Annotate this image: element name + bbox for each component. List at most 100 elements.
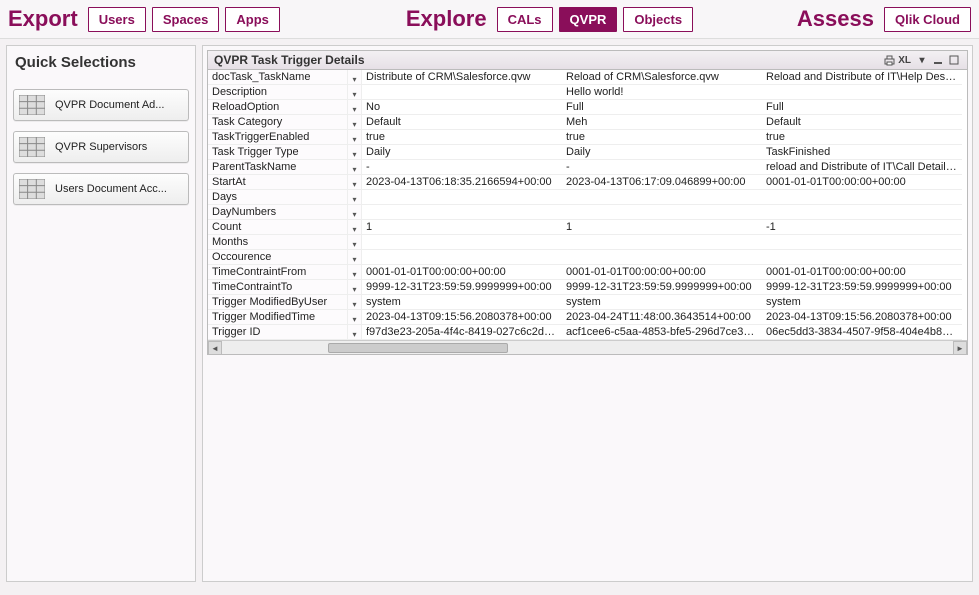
cell[interactable] bbox=[762, 205, 962, 220]
cell[interactable] bbox=[362, 85, 562, 100]
minimize-icon[interactable] bbox=[931, 53, 945, 67]
qvpr-task-trigger-panel: QVPR Task Trigger Details XL ▾ docTask_T… bbox=[207, 50, 968, 355]
cell[interactable]: system bbox=[762, 295, 962, 310]
apps-button[interactable]: Apps bbox=[225, 7, 280, 32]
maximize-icon[interactable] bbox=[947, 53, 961, 67]
cell[interactable]: Reload of CRM\Salesforce.qvw bbox=[562, 70, 762, 85]
cell[interactable] bbox=[762, 235, 962, 250]
cell[interactable]: f97d3e23-205a-4f4c-8419-027c6c2d3cae bbox=[362, 325, 562, 340]
row-dropdown-icon[interactable]: ▾ bbox=[348, 160, 362, 175]
cell[interactable]: reload and Distribute of IT\Call Detail … bbox=[762, 160, 962, 175]
cell[interactable] bbox=[362, 205, 562, 220]
cell[interactable] bbox=[562, 205, 762, 220]
cell[interactable]: Hello world! bbox=[562, 85, 762, 100]
cell[interactable]: true bbox=[762, 130, 962, 145]
cell[interactable] bbox=[562, 250, 762, 265]
cell[interactable]: Default bbox=[762, 115, 962, 130]
cell[interactable]: Reload and Distribute of IT\Help Desk... bbox=[762, 70, 962, 85]
users-button[interactable]: Users bbox=[88, 7, 146, 32]
cell[interactable]: 06ec5dd3-3834-4507-9f58-404e4b8298fc bbox=[762, 325, 962, 340]
cell[interactable]: 0001-01-01T00:00:00+00:00 bbox=[562, 265, 762, 280]
row-dropdown-icon[interactable]: ▾ bbox=[348, 190, 362, 205]
quick-selection-qvpr-supervisors[interactable]: QVPR Supervisors bbox=[13, 131, 189, 163]
cals-button[interactable]: CALs bbox=[497, 7, 553, 32]
row-dropdown-icon[interactable]: ▾ bbox=[348, 70, 362, 85]
cell[interactable] bbox=[762, 85, 962, 100]
row-label: Trigger ID bbox=[208, 325, 348, 340]
cell[interactable]: system bbox=[562, 295, 762, 310]
cell[interactable]: No bbox=[362, 100, 562, 115]
content-area: QVPR Task Trigger Details XL ▾ docTask_T… bbox=[202, 45, 973, 582]
qlik-cloud-button[interactable]: Qlik Cloud bbox=[884, 7, 971, 32]
chevron-down-icon[interactable]: ▾ bbox=[915, 53, 929, 67]
cell[interactable] bbox=[562, 190, 762, 205]
row-dropdown-icon[interactable]: ▾ bbox=[348, 295, 362, 310]
row-dropdown-icon[interactable]: ▾ bbox=[348, 130, 362, 145]
cell[interactable]: 2023-04-13T09:15:56.2080378+00:00 bbox=[362, 310, 562, 325]
cell[interactable]: Meh bbox=[562, 115, 762, 130]
scroll-thumb[interactable] bbox=[328, 343, 508, 353]
qvpr-button[interactable]: QVPR bbox=[559, 7, 618, 32]
cell[interactable]: Full bbox=[562, 100, 762, 115]
cell[interactable] bbox=[362, 235, 562, 250]
cell[interactable]: 0001-01-01T00:00:00+00:00 bbox=[762, 265, 962, 280]
row-dropdown-icon[interactable]: ▾ bbox=[348, 325, 362, 340]
cell[interactable] bbox=[562, 235, 762, 250]
spaces-button[interactable]: Spaces bbox=[152, 7, 220, 32]
quick-selection-qvpr-document-ad[interactable]: QVPR Document Ad... bbox=[13, 89, 189, 121]
cell[interactable]: 1 bbox=[362, 220, 562, 235]
row-dropdown-icon[interactable]: ▾ bbox=[348, 145, 362, 160]
cell[interactable]: 2023-04-13T06:18:35.2166594+00:00 bbox=[362, 175, 562, 190]
cell[interactable]: 2023-04-13T09:15:56.2080378+00:00 bbox=[762, 310, 962, 325]
cell[interactable]: TaskFinished bbox=[762, 145, 962, 160]
cell[interactable]: Default bbox=[362, 115, 562, 130]
cell[interactable]: - bbox=[562, 160, 762, 175]
grid-icon bbox=[17, 135, 47, 159]
cell[interactable]: - bbox=[362, 160, 562, 175]
cell[interactable]: Full bbox=[762, 100, 962, 115]
cell[interactable]: 2023-04-13T06:17:09.046899+00:00 bbox=[562, 175, 762, 190]
cell[interactable]: true bbox=[562, 130, 762, 145]
cell[interactable]: 0001-01-01T00:00:00+00:00 bbox=[762, 175, 962, 190]
row-dropdown-icon[interactable]: ▾ bbox=[348, 265, 362, 280]
row-dropdown-icon[interactable]: ▾ bbox=[348, 175, 362, 190]
row-label: Task Category bbox=[208, 115, 348, 130]
quick-selections-sidebar: Quick Selections QVPR Document Ad... QVP… bbox=[6, 45, 196, 582]
xl-export-button[interactable]: XL bbox=[896, 55, 913, 66]
cell[interactable] bbox=[362, 250, 562, 265]
cell[interactable]: Distribute of CRM\Salesforce.qvw bbox=[362, 70, 562, 85]
cell[interactable] bbox=[762, 190, 962, 205]
cell[interactable]: Daily bbox=[362, 145, 562, 160]
objects-button[interactable]: Objects bbox=[623, 7, 693, 32]
row-dropdown-icon[interactable]: ▾ bbox=[348, 220, 362, 235]
row-dropdown-icon[interactable]: ▾ bbox=[348, 85, 362, 100]
cell[interactable] bbox=[762, 250, 962, 265]
row-dropdown-icon[interactable]: ▾ bbox=[348, 100, 362, 115]
row-dropdown-icon[interactable]: ▾ bbox=[348, 310, 362, 325]
row-dropdown-icon[interactable]: ▾ bbox=[348, 250, 362, 265]
cell[interactable]: 9999-12-31T23:59:59.9999999+00:00 bbox=[762, 280, 962, 295]
cell[interactable]: system bbox=[362, 295, 562, 310]
scroll-left-icon[interactable]: ◄ bbox=[208, 341, 222, 355]
scroll-right-icon[interactable]: ► bbox=[953, 341, 967, 355]
cell[interactable]: Daily bbox=[562, 145, 762, 160]
print-icon[interactable] bbox=[882, 53, 896, 67]
row-dropdown-icon[interactable]: ▾ bbox=[348, 205, 362, 220]
cell[interactable]: acf1cee6-c5aa-4853-bfe5-296d7ce35cd6 bbox=[562, 325, 762, 340]
cell[interactable]: true bbox=[362, 130, 562, 145]
cell[interactable]: 9999-12-31T23:59:59.9999999+00:00 bbox=[362, 280, 562, 295]
horizontal-scrollbar[interactable]: ◄ ► bbox=[208, 340, 967, 354]
cell[interactable]: 1 bbox=[562, 220, 762, 235]
cell[interactable]: 0001-01-01T00:00:00+00:00 bbox=[362, 265, 562, 280]
row-label: Months bbox=[208, 235, 348, 250]
row-dropdown-icon[interactable]: ▾ bbox=[348, 280, 362, 295]
cell[interactable] bbox=[362, 190, 562, 205]
row-dropdown-icon[interactable]: ▾ bbox=[348, 115, 362, 130]
cell[interactable]: 2023-04-24T11:48:00.3643514+00:00 bbox=[562, 310, 762, 325]
row-label: Days bbox=[208, 190, 348, 205]
quick-selection-users-document-acc[interactable]: Users Document Acc... bbox=[13, 173, 189, 205]
cell[interactable]: -1 bbox=[762, 220, 962, 235]
row-label: StartAt bbox=[208, 175, 348, 190]
row-dropdown-icon[interactable]: ▾ bbox=[348, 235, 362, 250]
cell[interactable]: 9999-12-31T23:59:59.9999999+00:00 bbox=[562, 280, 762, 295]
